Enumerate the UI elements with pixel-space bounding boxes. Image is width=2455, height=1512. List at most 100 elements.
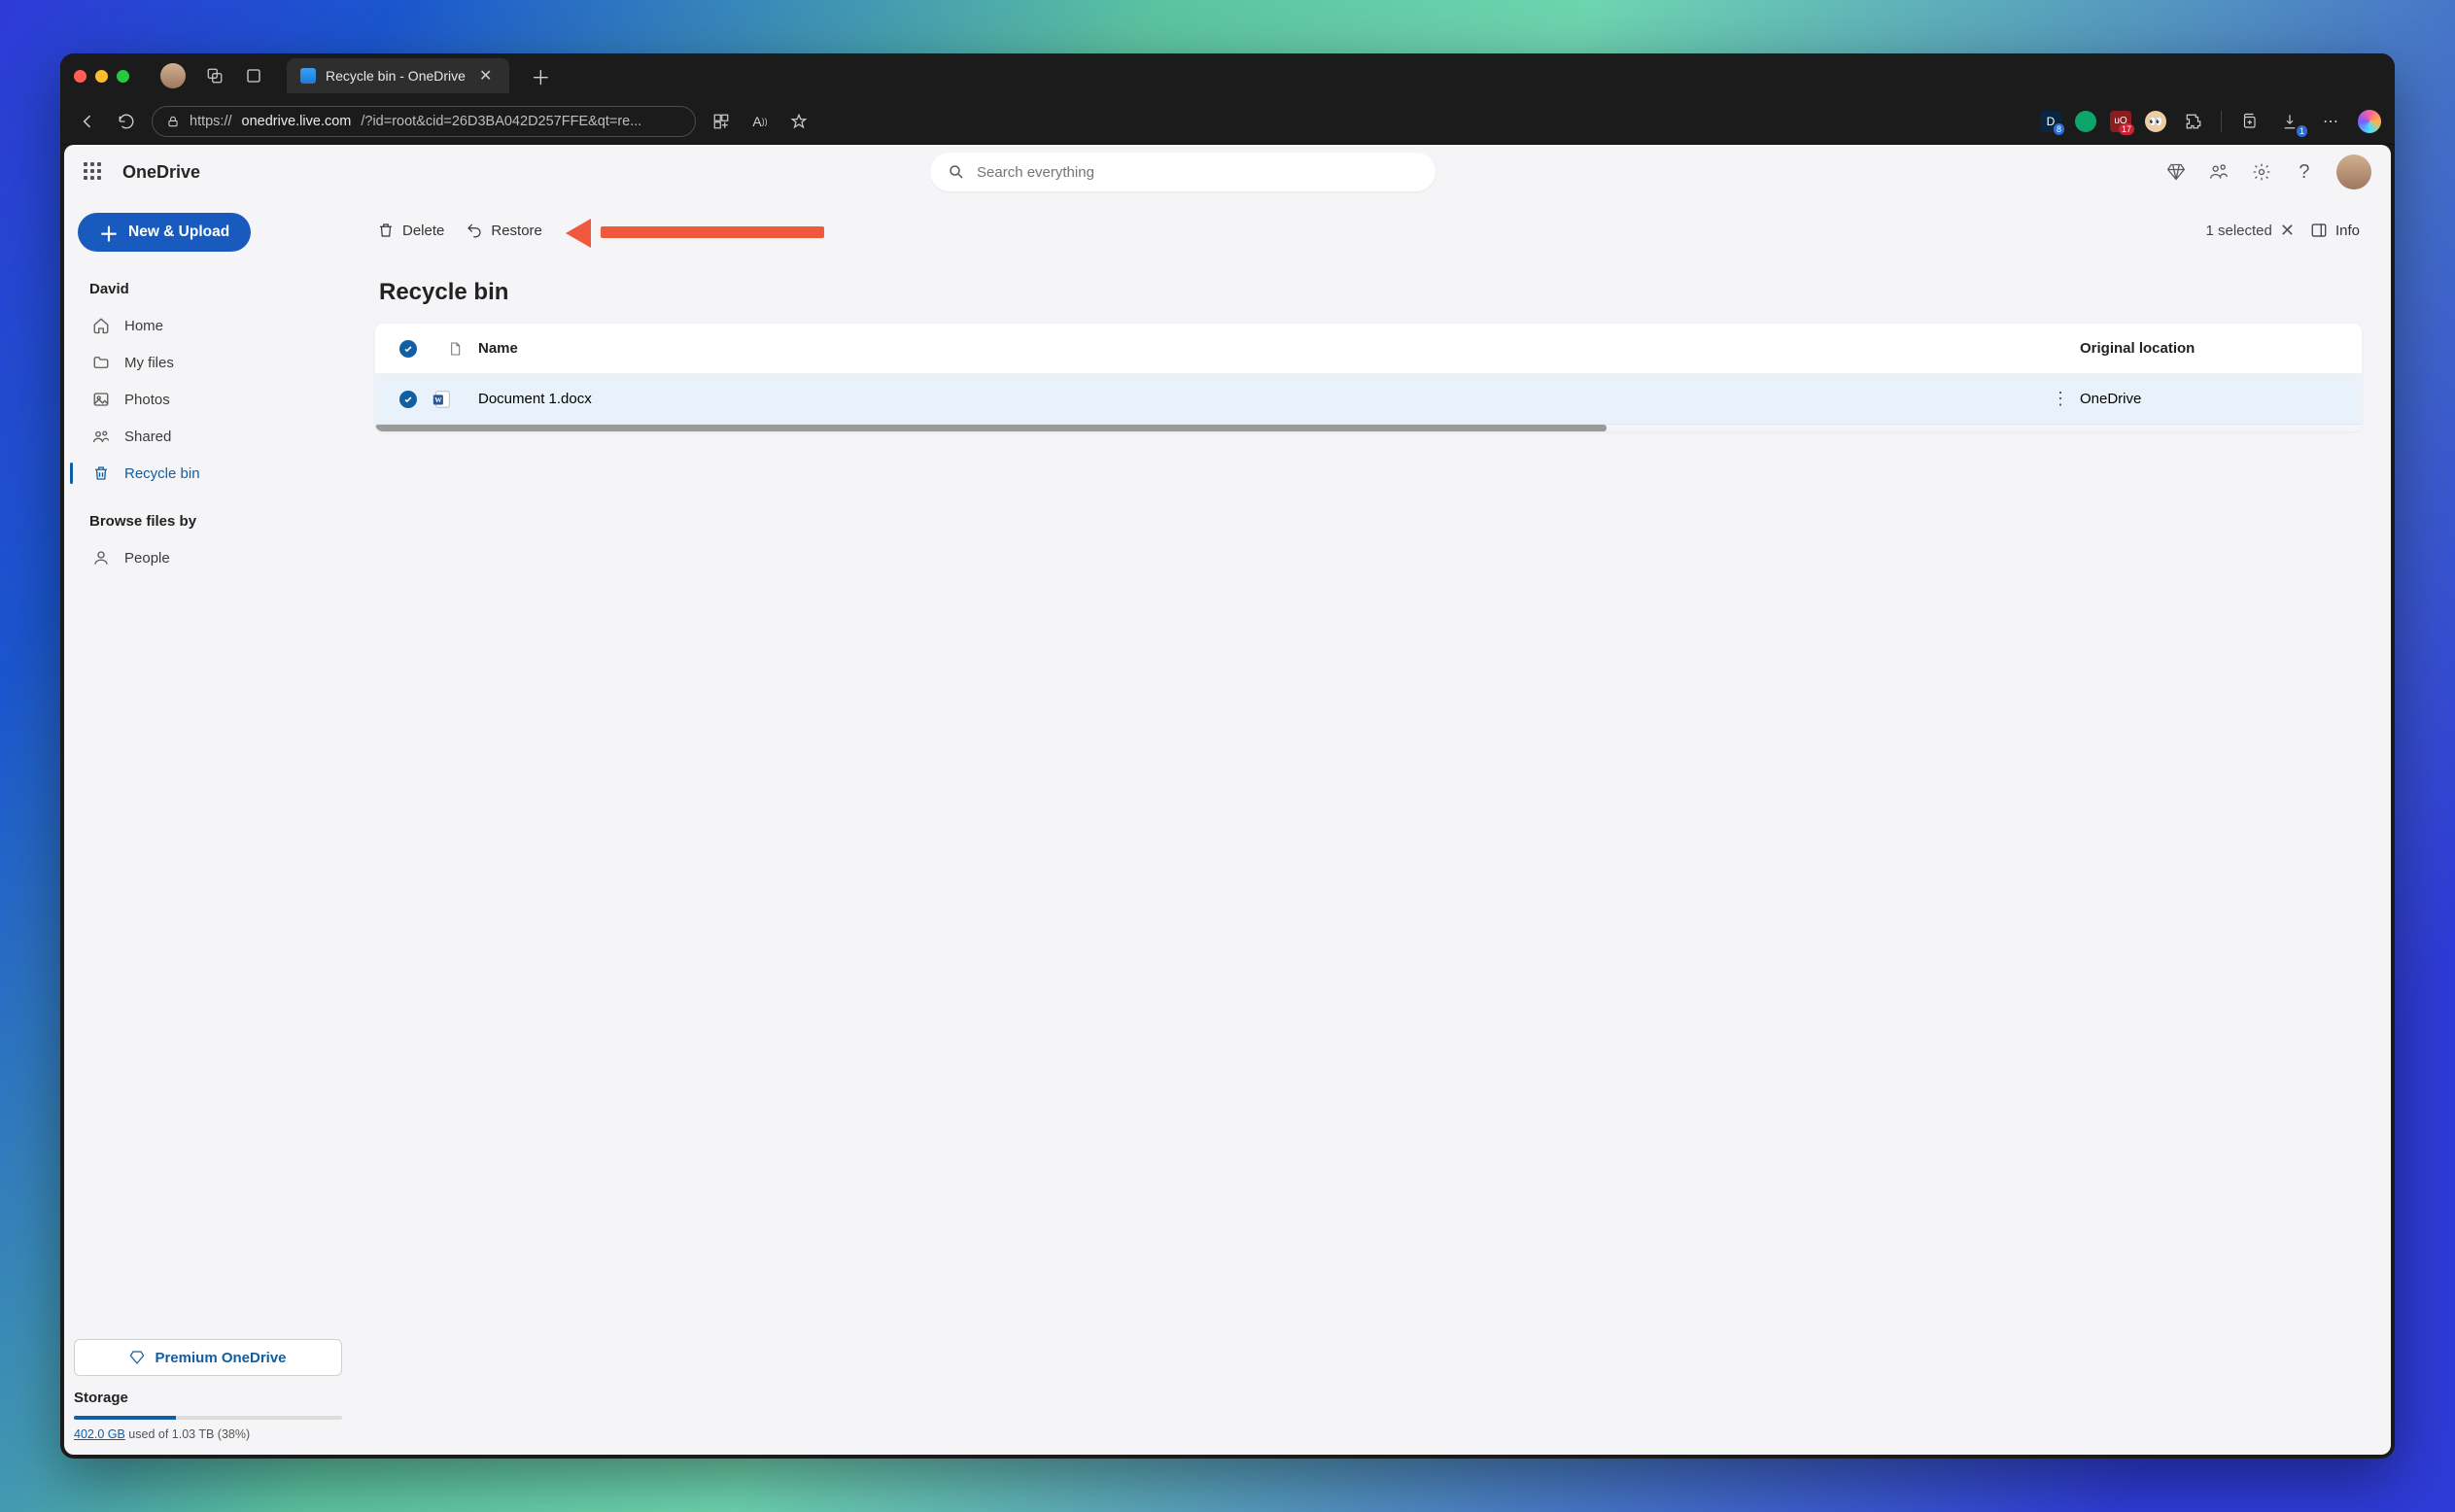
tab-close-button[interactable]: ✕ bbox=[475, 66, 496, 86]
sidebar-item-label: Home bbox=[124, 318, 163, 334]
command-bar-right: 1 selected ✕ Info bbox=[2205, 218, 2362, 243]
plus-icon: ＋ bbox=[99, 219, 119, 247]
premium-label: Premium OneDrive bbox=[155, 1350, 286, 1366]
home-icon bbox=[91, 316, 111, 335]
storage-rest: used of 1.03 TB (38%) bbox=[125, 1427, 250, 1441]
horizontal-scrollbar[interactable] bbox=[375, 425, 2362, 431]
onedrive-app: OneDrive ? bbox=[64, 145, 2391, 1455]
storage-bar bbox=[74, 1416, 342, 1420]
close-window[interactable] bbox=[74, 70, 86, 83]
restore-label: Restore bbox=[491, 223, 542, 239]
minimize-window[interactable] bbox=[95, 70, 108, 83]
extension-eyes-icon[interactable]: 👀 bbox=[2145, 111, 2166, 132]
new-upload-button[interactable]: ＋ New & Upload bbox=[78, 213, 251, 252]
main-pane: Delete Restore 1 selected ✕ bbox=[356, 199, 2391, 1455]
delete-label: Delete bbox=[402, 223, 444, 239]
sidebar-item-home[interactable]: Home bbox=[80, 307, 336, 344]
new-tab-button[interactable]: ＋ bbox=[531, 62, 550, 90]
profile-avatar-titlebar[interactable] bbox=[160, 63, 186, 88]
url-domain: onedrive.live.com bbox=[242, 114, 352, 129]
docx-icon: W bbox=[432, 389, 453, 410]
delete-button[interactable]: Delete bbox=[375, 218, 446, 243]
page-title: Recycle bin bbox=[379, 279, 2362, 306]
row-checkbox[interactable] bbox=[399, 391, 417, 408]
account-avatar[interactable] bbox=[2336, 155, 2371, 189]
sidebar-item-myfiles[interactable]: My files bbox=[80, 344, 336, 381]
person-icon bbox=[91, 548, 111, 567]
extension-ublock-icon[interactable]: uO17 bbox=[2110, 111, 2131, 132]
nav-browse-section: Browse files by People bbox=[74, 503, 342, 576]
nav-user-section: David Home My files Photos bbox=[74, 271, 342, 492]
search-input[interactable] bbox=[977, 164, 1418, 181]
selection-count: 1 selected bbox=[2205, 223, 2271, 239]
settings-gear-icon[interactable] bbox=[2251, 161, 2272, 183]
premium-diamond-icon[interactable] bbox=[2165, 161, 2187, 183]
premium-button[interactable]: Premium OneDrive bbox=[74, 1339, 342, 1376]
titlebar: Recycle bin - OneDrive ✕ ＋ bbox=[60, 53, 2395, 98]
app-body: ＋ New & Upload David Home My files bbox=[64, 199, 2391, 1455]
app-header: OneDrive ? bbox=[64, 145, 2391, 199]
tab-overview-icon[interactable] bbox=[244, 66, 263, 86]
sidebar-item-label: Photos bbox=[124, 392, 170, 408]
info-button[interactable]: Info bbox=[2308, 218, 2362, 243]
trash-icon bbox=[91, 464, 111, 483]
folder-icon bbox=[91, 353, 111, 372]
tab-title: Recycle bin - OneDrive bbox=[326, 68, 466, 84]
selection-chip: 1 selected ✕ bbox=[2205, 221, 2294, 241]
people-share-icon[interactable] bbox=[2208, 161, 2230, 183]
select-all-checkbox[interactable] bbox=[399, 340, 417, 358]
app-install-icon[interactable] bbox=[708, 108, 735, 135]
favorite-icon[interactable] bbox=[785, 108, 813, 135]
browser-window: Recycle bin - OneDrive ✕ ＋ https://onedr… bbox=[60, 53, 2395, 1459]
storage-used-link[interactable]: 402.0 GB bbox=[74, 1427, 125, 1441]
copilot-icon[interactable] bbox=[2358, 110, 2381, 133]
url-field[interactable]: https://onedrive.live.com/?id=root&cid=2… bbox=[152, 106, 696, 137]
sidebar-item-label: Recycle bin bbox=[124, 465, 200, 482]
nav-back-button[interactable] bbox=[74, 108, 101, 135]
collections-icon[interactable] bbox=[2235, 108, 2263, 135]
restore-button[interactable]: Restore bbox=[464, 218, 544, 243]
workspaces-icon[interactable] bbox=[205, 66, 225, 86]
sidebar-item-recyclebin[interactable]: Recycle bin bbox=[80, 455, 336, 492]
toolbar-divider bbox=[2221, 111, 2222, 132]
help-icon[interactable]: ? bbox=[2294, 161, 2315, 183]
maximize-window[interactable] bbox=[117, 70, 129, 83]
read-aloud-icon[interactable]: A)) bbox=[746, 108, 774, 135]
column-location[interactable]: Original location bbox=[2080, 340, 2352, 357]
sidebar-item-photos[interactable]: Photos bbox=[80, 381, 336, 418]
more-menu-icon[interactable]: ⋯ bbox=[2317, 108, 2344, 135]
sidebar-item-label: My files bbox=[124, 355, 174, 371]
nav-refresh-button[interactable] bbox=[113, 108, 140, 135]
brand-label: OneDrive bbox=[122, 162, 200, 183]
column-name[interactable]: Name bbox=[478, 340, 2041, 357]
addressbar: https://onedrive.live.com/?id=root&cid=2… bbox=[60, 98, 2395, 145]
file-name: Document 1.docx bbox=[478, 391, 2041, 407]
browser-tab[interactable]: Recycle bin - OneDrive ✕ bbox=[287, 58, 509, 93]
undo-icon bbox=[466, 222, 483, 239]
extension-dashlane-icon[interactable]: D8 bbox=[2040, 111, 2061, 132]
nav-browse-heading: Browse files by bbox=[80, 503, 336, 539]
annotation-arrow bbox=[571, 216, 824, 245]
nav-user-heading: David bbox=[80, 271, 336, 307]
extension-grammarly-icon[interactable] bbox=[2075, 111, 2096, 132]
table-row[interactable]: W Document 1.docx ⋮ OneDrive bbox=[375, 374, 2362, 425]
window-controls bbox=[74, 70, 129, 83]
downloads-icon[interactable]: 1 bbox=[2276, 108, 2303, 135]
clear-selection-button[interactable]: ✕ bbox=[2280, 221, 2295, 241]
extensions-menu-icon[interactable] bbox=[2180, 108, 2207, 135]
app-launcher-icon[interactable] bbox=[84, 162, 103, 182]
sidebar-item-shared[interactable]: Shared bbox=[80, 418, 336, 455]
lock-icon bbox=[166, 115, 180, 128]
toolbar-right: D8 uO17 👀 1 ⋯ bbox=[2040, 108, 2381, 135]
sidebar-item-people[interactable]: People bbox=[80, 539, 336, 576]
header-right: ? bbox=[2165, 155, 2371, 189]
sidebar-item-label: People bbox=[124, 550, 170, 567]
search-icon bbox=[948, 163, 965, 181]
diamond-icon bbox=[129, 1350, 145, 1365]
row-more-button[interactable]: ⋮ bbox=[2041, 389, 2080, 409]
file-table: Name Original location W Document 1.docx… bbox=[375, 324, 2362, 431]
search-box[interactable] bbox=[930, 153, 1435, 191]
url-path: /?id=root&cid=26D3BA042D257FFE&qt=re... bbox=[361, 114, 641, 129]
command-bar: Delete Restore 1 selected ✕ bbox=[375, 209, 2362, 252]
table-header: Name Original location bbox=[375, 324, 2362, 374]
